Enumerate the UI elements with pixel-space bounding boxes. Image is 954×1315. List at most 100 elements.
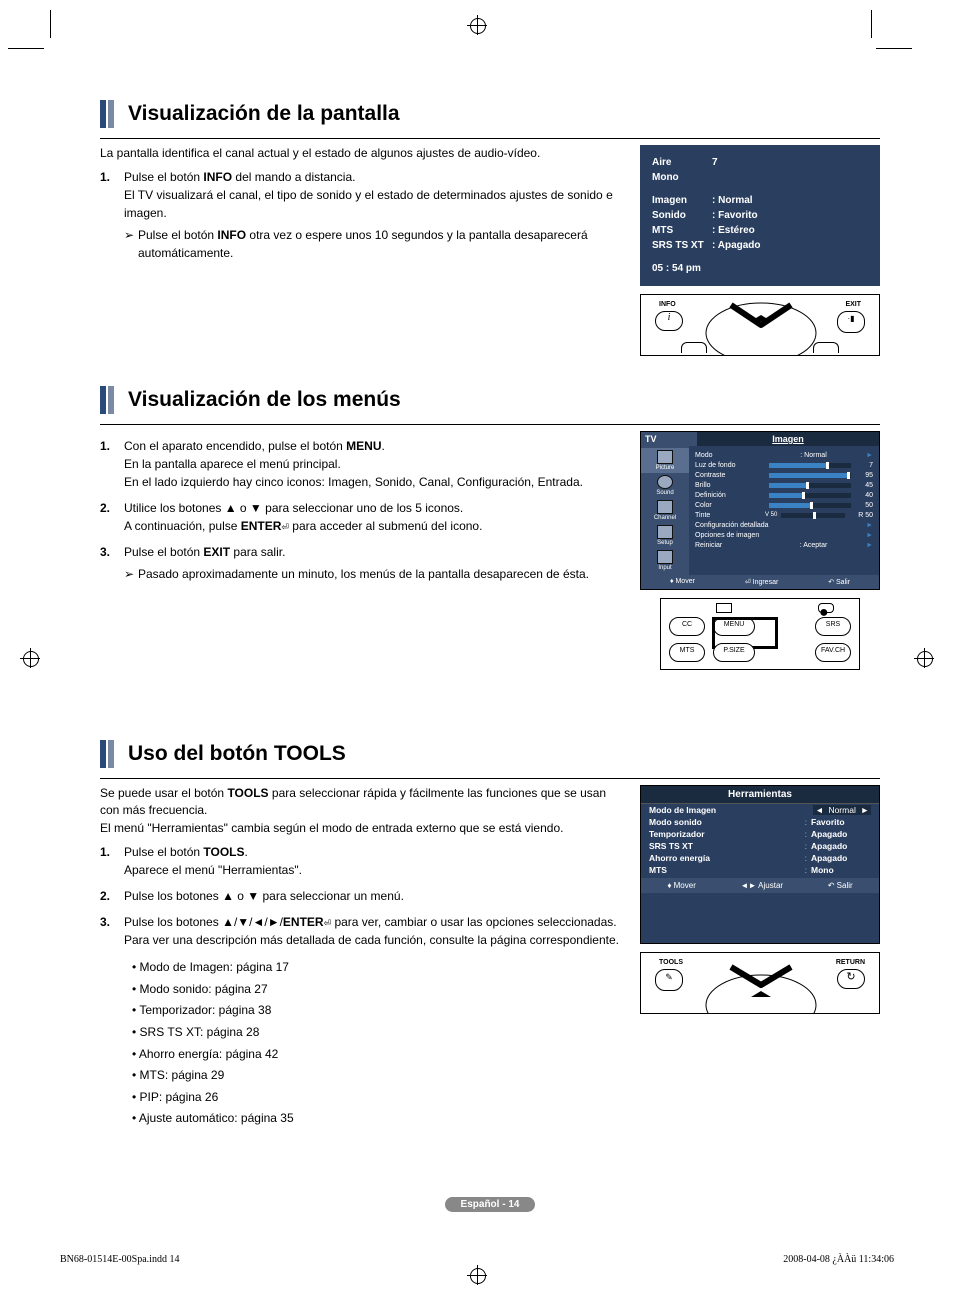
note-arrow-icon: ➢ — [124, 226, 134, 244]
crop-line — [50, 10, 51, 38]
menu-row-lbl: Opciones de imagen — [695, 532, 862, 539]
s3-intro: Se puede usar el botón TOOLS para selecc… — [100, 785, 620, 837]
channel-icon — [657, 500, 673, 514]
text: Pulse el botón — [124, 170, 203, 184]
info-button-icon: i — [655, 311, 683, 331]
print-footer: BN68-01514E-00Spa.indd 14 2008-04-08 ¿ÀÀ… — [60, 1254, 894, 1265]
s3-step-1: 1. Pulse el botón TOOLS. Aparece el menú… — [124, 843, 620, 879]
s3-step-3: 3. Pulse los botones ▲/▼/◄/►/ENTER⏎ para… — [124, 913, 620, 949]
tools-title: Herramientas — [641, 786, 879, 804]
section-1-title-bar: Visualización de la pantalla — [100, 100, 880, 128]
page: Visualización de la pantalla La pantalla… — [0, 0, 954, 1315]
footer-move: ♦ Mover — [670, 578, 695, 586]
tools-row: SRS TS XT:Apagado — [641, 840, 879, 852]
tools-row: Temporizador:Apagado — [641, 828, 879, 840]
bold: ENTER — [241, 519, 282, 533]
srs-button: SRS — [815, 617, 851, 636]
tools-val: Apagado — [811, 853, 871, 863]
reg-mark-top — [467, 15, 487, 35]
bullet-item: • Temporizador: página 38 — [132, 1000, 620, 1022]
tools-row: Modo sonido:Favorito — [641, 816, 879, 828]
remote-btn — [681, 342, 707, 353]
text: En la pantalla aparece el menú principal… — [124, 457, 341, 471]
text: Pulse los botones ▲ o ▼ para seleccionar… — [124, 889, 404, 903]
text: A continuación, pulse — [124, 519, 241, 533]
osd-row-lbl: Imagen — [652, 193, 712, 208]
reg-mark-left — [20, 648, 40, 668]
arrow-right-icon: ► — [866, 522, 873, 529]
section-3-title-bar: Uso del botón TOOLS — [100, 740, 880, 768]
text: Aparece el menú "Herramientas". — [124, 863, 302, 877]
tools-row: Ahorro energía:Apagado — [641, 852, 879, 864]
menu-row-val: R 50 — [849, 512, 873, 519]
osd-row-lbl: MTS — [652, 223, 712, 238]
footer-filename: BN68-01514E-00Spa.indd 14 — [60, 1254, 179, 1265]
osd-mono-label: Mono — [652, 170, 712, 185]
text: El TV visualizará el canal, el tipo de s… — [124, 188, 613, 220]
osd-info-panel: Aire7 Mono Imagen: Normal Sonido: Favori… — [640, 145, 880, 286]
remote-illustration-2: ● CC MENU SRS MTS P.SIZE FAV.CH — [660, 598, 860, 670]
bullet-item: • Ajuste automático: página 35 — [132, 1108, 620, 1130]
menu-tint-left: V 50 — [765, 512, 777, 518]
menu-row-lbl: Configuración detallada — [695, 522, 862, 529]
s2-step-3: 3. Pulse el botón EXIT para salir. ➢ Pas… — [124, 543, 620, 583]
text: Salir — [836, 579, 850, 586]
bullet-item: • Ahorro energía: página 42 — [132, 1044, 620, 1066]
bold: EXIT — [203, 545, 230, 559]
note-arrow-icon: ➢ — [124, 565, 134, 583]
menu-category: Imagen — [697, 432, 879, 446]
menu-row-lbl: Brillo — [695, 482, 765, 489]
osd-channel: 7 — [712, 155, 718, 170]
menu-row-lbl: Definición — [695, 492, 765, 499]
text: Pulse el botón — [124, 545, 203, 559]
tools-val: Favorito — [811, 817, 871, 827]
content-area: Visualización de la pantalla La pantalla… — [100, 100, 880, 1212]
text: Ingresar — [753, 579, 779, 586]
sidebar-item-input: Input — [641, 548, 689, 573]
text: para salir. — [230, 545, 285, 559]
tools-lbl: MTS — [649, 865, 805, 875]
menu-row-val: 40 — [855, 492, 873, 499]
s1-step-1: 1. Pulse el botón INFO del mando a dista… — [124, 168, 620, 262]
text: Pulse el botón — [138, 228, 217, 242]
picture-icon — [657, 450, 673, 464]
sidebar-item-picture: Picture — [641, 448, 689, 473]
menu-osd-panel: TV Imagen Picture Sound Channel Setup In… — [640, 431, 880, 590]
osd-row-val: : Estéreo — [712, 223, 755, 238]
tools-val: Normal — [828, 805, 855, 815]
enter-icon: ⏎ — [281, 522, 289, 532]
section-3-body: Se puede usar el botón TOOLS para selecc… — [100, 785, 880, 1134]
tools-lbl: SRS TS XT — [649, 841, 805, 851]
bold: TOOLS — [227, 786, 268, 800]
sidebar-label: Setup — [657, 540, 673, 546]
section-2-title-bar: Visualización de los menús — [100, 386, 880, 414]
tools-row: Modo de Imagen ◄ Normal ► — [641, 804, 879, 816]
osd-row-lbl: SRS TS XT — [652, 238, 712, 253]
footer-move: ♦ Mover — [667, 881, 696, 890]
arrow-left-icon: ◄ — [815, 805, 823, 815]
remote-btn — [813, 342, 839, 353]
tools-button-icon: ✎ — [655, 969, 683, 991]
bold: TOOLS — [203, 845, 244, 859]
s2-step-1: 1. Con el aparato encendido, pulse el bo… — [124, 437, 620, 491]
arrow-right-icon: ► — [866, 542, 873, 549]
sidebar-label: Picture — [656, 465, 675, 471]
menu-row-lbl: Color — [695, 502, 765, 509]
menu-row-val: 50 — [855, 502, 873, 509]
text: Salir — [837, 881, 853, 890]
menu-row-val: : Normal — [765, 452, 862, 459]
text: El menú "Herramientas" cambia según el m… — [100, 821, 563, 835]
osd-air-label: Aire — [652, 155, 712, 170]
remote-info-label: INFO — [659, 301, 676, 308]
text: Pasado aproximadamente un minuto, los me… — [138, 567, 589, 581]
input-icon — [657, 550, 673, 564]
bold: ENTER — [283, 915, 324, 929]
enter-icon: ⏎ — [324, 918, 332, 928]
bullet-item: • Modo de Imagen: página 17 — [132, 957, 620, 979]
tools-lbl: Modo de Imagen — [649, 805, 813, 815]
sound-icon — [657, 475, 673, 489]
bold: INFO — [203, 170, 232, 184]
arrow-right-icon: ► — [866, 532, 873, 539]
bold: INFO — [217, 228, 246, 242]
menu-sidebar: Picture Sound Channel Setup Input — [641, 446, 689, 575]
